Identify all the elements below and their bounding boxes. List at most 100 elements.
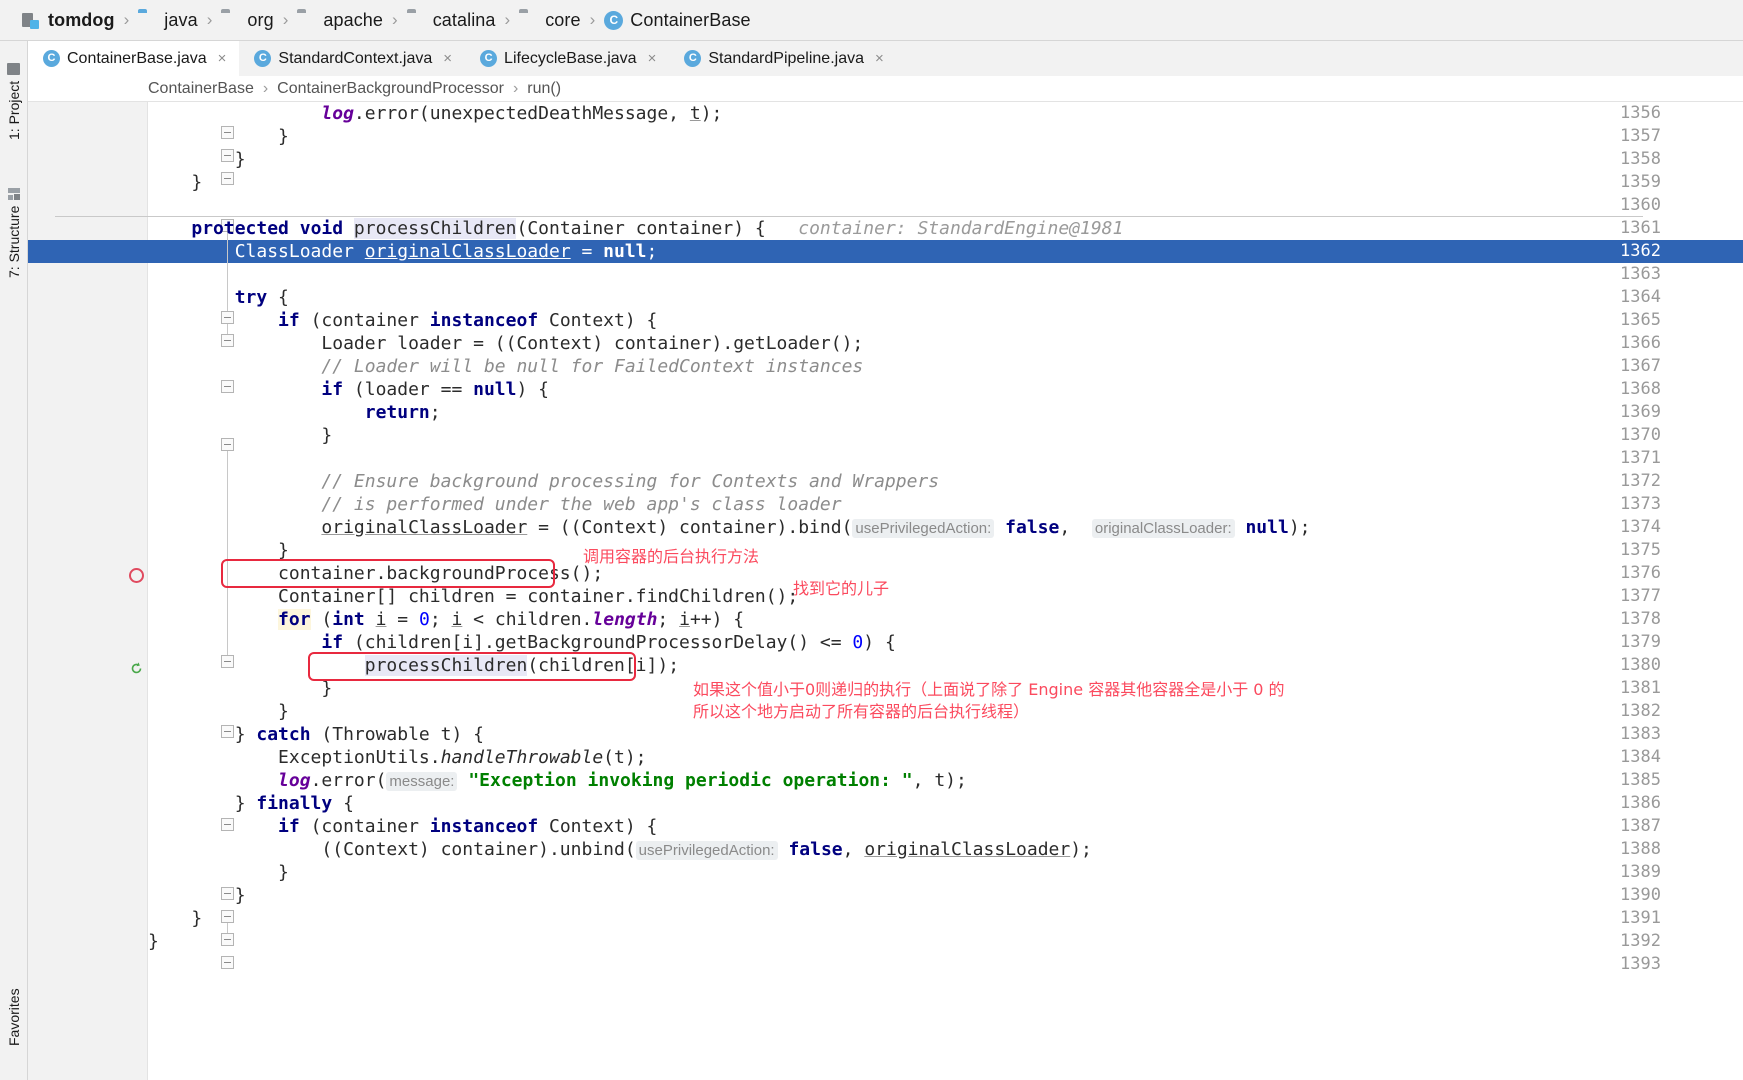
tab-standardcontext-java[interactable]: C StandardContext.java × <box>239 41 466 76</box>
breadcrumb-separator: › <box>504 10 511 29</box>
breadcrumb-separator: › <box>589 10 596 29</box>
toolwindow-label: 1: Project <box>6 80 22 140</box>
folder-gray-icon <box>519 12 538 29</box>
folder-gray-icon <box>297 12 316 29</box>
code-line-1390: } <box>148 885 246 906</box>
code-line-1370: } <box>148 425 333 446</box>
close-icon[interactable]: × <box>648 50 657 67</box>
breadcrumb: tomdog › java › org › apache › catalina … <box>0 0 1743 41</box>
left-toolwindow-bar: 1: Project 7: Structure Favorites <box>0 41 28 1080</box>
breadcrumb-item-core[interactable]: core <box>519 0 580 41</box>
folder-blue-icon <box>138 12 157 29</box>
code-line-1372: // Ensure background processing for Cont… <box>148 471 940 492</box>
java-class-icon: C <box>604 10 624 30</box>
inline-debug-hint: container: StandardEngine@1981 <box>798 218 1124 239</box>
folder-icon <box>7 62 21 75</box>
toolwindow-button-project[interactable]: 1: Project <box>0 45 28 140</box>
breadcrumb-item-org[interactable]: org <box>221 0 273 41</box>
code-text[interactable]: log.error(unexpectedDeathMessage, t); } … <box>148 102 1743 1080</box>
breadcrumb-label: core <box>545 9 581 30</box>
code-line-1377: Container[] children = container.findChi… <box>148 586 799 607</box>
folder-gray-icon <box>221 12 240 29</box>
inline-param-hint: usePrivilegedAction: <box>635 841 778 860</box>
code-line-1382: } <box>148 701 289 722</box>
code-line-1365: if (container instanceof Context) { <box>278 310 658 331</box>
tab-label: LifecycleBase.java <box>504 49 637 67</box>
toolwindow-button-structure[interactable]: 7: Structure <box>0 153 28 278</box>
fold-strip[interactable] <box>121 102 234 1080</box>
code-line-1381: } <box>148 678 333 699</box>
tab-label: StandardPipeline.java <box>708 49 864 67</box>
code-line-1374: originalClassLoader = ((Context) contain… <box>321 517 1311 538</box>
code-line-1364: try { <box>234 287 289 308</box>
toolwindow-button-favorites[interactable]: Favorites <box>0 941 28 1046</box>
code-line-1380: processChildren(children[i]); <box>364 655 680 676</box>
tab-lifecyclebase-java[interactable]: C LifecycleBase.java × <box>465 41 670 76</box>
structure-crumb-separator: › <box>512 79 519 97</box>
annotation-text-background-process: 调用容器的后台执行方法 <box>583 547 760 566</box>
tab-label: StandardContext.java <box>278 49 433 67</box>
code-line-1388: ((Context) container).unbind(usePrivileg… <box>148 839 1092 860</box>
toolwindow-label: 7: Structure <box>6 205 22 278</box>
breadcrumb-separator: › <box>206 10 213 29</box>
annotation-text-find-children: 找到它的儿子 <box>793 579 890 598</box>
code-line-1392: } <box>148 931 159 952</box>
breadcrumb-item-apache[interactable]: apache <box>297 0 383 41</box>
code-line-1357: } <box>148 126 289 147</box>
string-literal: "Exception invoking periodic operation: … <box>468 770 913 791</box>
folder-gray-icon <box>407 12 426 29</box>
tab-containerbase-java[interactable]: C ContainerBase.java × <box>28 41 240 79</box>
structure-crumb-separator: › <box>262 79 269 97</box>
code-line-1369: return; <box>364 402 441 423</box>
breadcrumb-label: org <box>247 9 274 30</box>
close-icon[interactable]: × <box>443 50 452 67</box>
breadcrumb-label: apache <box>323 9 384 30</box>
code-line-1389: } <box>148 862 289 883</box>
breadcrumb-item-java[interactable]: java <box>138 0 197 41</box>
breadcrumb-item-tomdog[interactable]: tomdog <box>22 0 115 41</box>
module-icon <box>22 12 41 29</box>
idea-window: tomdog › java › org › apache › catalina … <box>0 0 1743 1080</box>
code-line-1366: Loader loader = ((Context) container).ge… <box>148 333 864 354</box>
breadcrumb-label: catalina <box>432 9 496 30</box>
code-line-1367: // Loader will be null for FailedContext… <box>148 356 864 377</box>
code-line-1359: } <box>148 172 203 193</box>
tab-label: ContainerBase.java <box>67 49 207 67</box>
structure-crumb-method[interactable]: run() <box>527 80 561 98</box>
breadcrumb-separator: › <box>392 10 398 29</box>
code-line-1386: } finally { <box>148 793 354 814</box>
code-line-1387: if (container instanceof Context) { <box>278 816 658 837</box>
code-editor[interactable]: 1356 1357 1358 1359 1360 1361 1362 1363 1364 1365… <box>28 102 1743 1080</box>
code-line-1373: // is performed under the web app's clas… <box>148 494 842 515</box>
code-line-1368: if (loader == null) { <box>321 379 549 400</box>
code-line-1358: } <box>148 149 246 170</box>
editor-tab-strip: C ContainerBase.java × C StandardContext… <box>28 41 1743 79</box>
breadcrumb-label: tomdog <box>48 9 115 30</box>
breakpoint-icon[interactable] <box>129 568 144 583</box>
java-class-icon: C <box>684 50 702 67</box>
recursive-call-icon[interactable] <box>129 661 144 676</box>
structure-crumb-class[interactable]: ContainerBase <box>148 80 254 98</box>
inline-param-hint: originalClassLoader: <box>1091 519 1235 538</box>
structure-breadcrumb: ContainerBase › ContainerBackgroundProce… <box>28 76 1743 102</box>
structure-crumb-inner-class[interactable]: ContainerBackgroundProcessor <box>277 80 504 98</box>
breadcrumb-separator: › <box>123 10 130 29</box>
annotation-text-recursive-line1: 如果这个值小于0则递归的执行（上面说了除了 Engine 容器其他容器全是小于 … <box>693 680 1285 699</box>
tab-standardpipeline-java[interactable]: C StandardPipeline.java × <box>669 41 897 76</box>
java-class-icon: C <box>254 50 272 67</box>
code-line-1383: } catch (Throwable t) { <box>148 724 484 745</box>
breadcrumb-item-containerbase[interactable]: C ContainerBase <box>604 0 751 41</box>
annotation-text-recursive-line2: 所以这个地方启动了所有容器的后台执行线程） <box>693 702 1030 721</box>
breadcrumb-item-catalina[interactable]: catalina <box>407 0 496 41</box>
close-icon[interactable]: × <box>875 50 884 67</box>
java-class-icon: C <box>43 50 60 67</box>
code-line-1379: if (children[i].getBackgroundProcessorDe… <box>321 632 896 653</box>
inline-param-hint: usePrivilegedAction: <box>852 519 995 538</box>
code-line-1361: protected void processChildren(Container… <box>191 218 1124 239</box>
inline-param-hint: message: <box>386 772 458 791</box>
toolwindow-label: Favorites <box>6 988 22 1046</box>
close-icon[interactable]: × <box>218 50 227 67</box>
breadcrumb-label: ContainerBase <box>630 9 751 30</box>
